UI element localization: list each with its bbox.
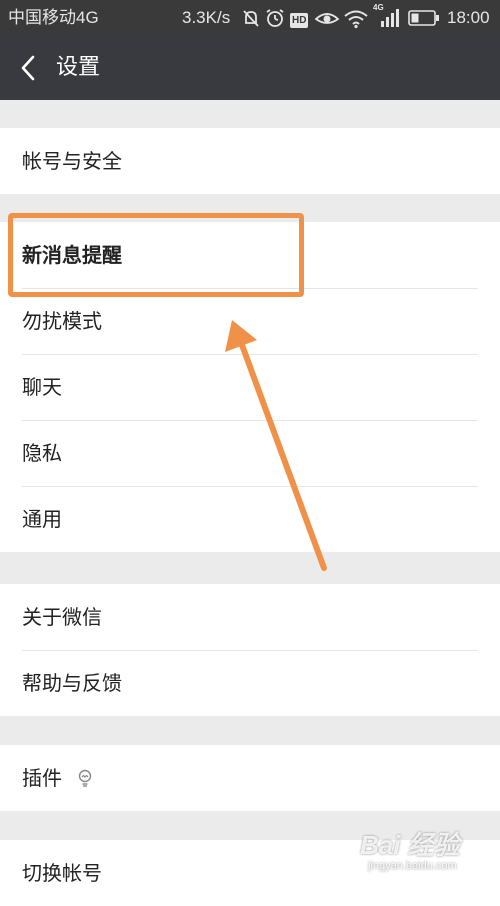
battery-icon: [408, 10, 440, 31]
settings-item-account-security[interactable]: 帐号与安全: [0, 128, 500, 194]
chevron-left-icon: [21, 55, 35, 81]
hd-icon: HD: [290, 13, 309, 28]
watermark-logo: Bai 经验: [360, 830, 460, 860]
watermark-site: jingyan.baidu.com: [368, 860, 457, 872]
settings-item-label: 切换帐号: [22, 861, 102, 885]
settings-item-label: 通用: [22, 507, 62, 531]
wifi-icon: [343, 7, 369, 34]
settings-item-general[interactable]: 通用: [0, 486, 500, 552]
settings-item-about-wechat[interactable]: 关于微信: [0, 584, 500, 650]
highlight-box: [8, 213, 304, 297]
back-button[interactable]: [6, 44, 50, 92]
lightbulb-icon: [76, 768, 94, 792]
settings-item-label: 帮助与反馈: [22, 671, 122, 695]
settings-item-label: 聊天: [22, 375, 62, 399]
settings-group-account: 帐号与安全: [0, 128, 500, 194]
watermark: Bai 经验 jingyan.baidu.com: [360, 830, 460, 872]
settings-group-about: 关于微信 帮助与反馈: [0, 584, 500, 716]
mute-icon: [240, 7, 262, 34]
alarm-icon: [264, 7, 286, 34]
settings-item-label: 帐号与安全: [22, 149, 122, 173]
settings-item-plugins[interactable]: 插件: [0, 745, 500, 811]
page-title: 设置: [56, 55, 101, 80]
settings-item-privacy[interactable]: 隐私: [0, 420, 500, 486]
settings-item-label: 插件: [22, 766, 62, 790]
clock: 18:00: [447, 8, 490, 27]
settings-item-label: 关于微信: [22, 605, 102, 629]
settings-group-plugins: 插件: [0, 745, 500, 811]
settings-item-label: 勿扰模式: [22, 309, 102, 333]
settings-item-label: 隐私: [22, 441, 62, 465]
eye-icon: [314, 7, 340, 34]
settings-item-help-feedback[interactable]: 帮助与反馈: [0, 650, 500, 716]
settings-item-do-not-disturb[interactable]: 勿扰模式: [0, 288, 500, 354]
title-bar: 设置: [0, 36, 500, 100]
network-speed: 3.3K/s: [182, 8, 231, 27]
carrier-label: 中国移动4G: [8, 8, 99, 27]
settings-item-chat[interactable]: 聊天: [0, 354, 500, 420]
status-bar: 中国移动4G 3.3K/s HD 4G 18:00: [0, 0, 500, 36]
